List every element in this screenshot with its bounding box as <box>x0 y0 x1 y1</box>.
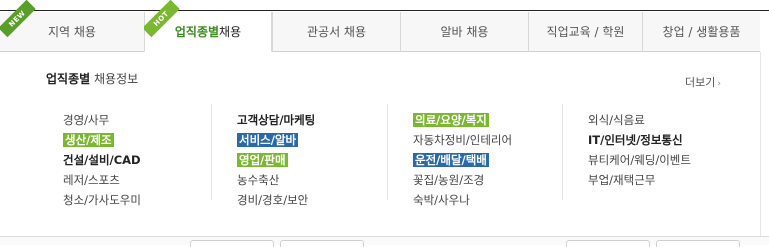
category-link[interactable]: 자동차정비/인테리어 <box>413 133 512 147</box>
hot-ribbon-badge: HOT <box>144 0 180 38</box>
category-link[interactable]: 농수축산 <box>237 173 279 187</box>
category-column-1: 경영/사무생산/제조건설/설비/CAD 레저/스포츠청소/가사도우미 <box>63 110 141 210</box>
category-row: 자동차정비/인테리어 <box>413 130 512 150</box>
category-link[interactable]: 서비스/알바 <box>237 133 299 147</box>
tab-label: 관공서 채용 <box>306 25 366 39</box>
tab-vocational-education[interactable]: 직업교육 / 학원 <box>528 12 642 52</box>
new-ribbon-badge: NEW <box>0 0 36 38</box>
panel-title-bold: 업직종별 <box>46 72 91 86</box>
category-row: 영업/판매 <box>237 150 315 170</box>
tab-startup-living[interactable]: 창업 / 생활용품 <box>642 12 760 52</box>
tab-label: 지역 채용 <box>48 25 96 39</box>
category-column-3: 의료/요양/복지자동차정비/인테리어운전/배달/택배꽃집/농원/조경숙박/사우나 <box>413 110 512 210</box>
tab-label: 직업교육 / 학원 <box>546 25 625 39</box>
category-row: 청소/가사도우미 <box>63 190 141 210</box>
tab-parttime-jobs[interactable]: 알바 채용 <box>400 12 528 52</box>
category-link[interactable]: 외식/식음료 <box>588 113 645 127</box>
tab-label: 창업 / 생활용품 <box>662 25 741 39</box>
column-divider <box>387 104 388 200</box>
category-row: 고객상담/마케팅 <box>237 110 315 130</box>
category-row: 농수축산 <box>237 170 315 190</box>
category-link[interactable]: 레저/스포츠 <box>63 173 120 187</box>
category-row: 건설/설비/CAD <box>63 150 141 170</box>
category-link[interactable]: 뷰티케어/웨딩/이벤트 <box>588 153 691 167</box>
category-link[interactable]: IT/인터넷/정보통신 <box>588 133 683 147</box>
category-column-4: 외식/식음료 IT/인터넷/정보통신뷰티케어/웨딩/이벤트부업/재택근무 <box>588 110 691 190</box>
category-row: 꽃집/농원/조경 <box>413 170 512 190</box>
category-row: 뷰티케어/웨딩/이벤트 <box>588 150 691 170</box>
panel-title-rest: 채용정보 <box>90 72 139 86</box>
tab-public-office-jobs[interactable]: 관공서 채용 <box>272 12 400 52</box>
category-link[interactable]: 건설/설비/CAD <box>63 153 141 167</box>
category-link[interactable]: 경영/사무 <box>63 113 109 127</box>
category-link[interactable]: 부업/재택근무 <box>588 173 655 187</box>
category-row: 부업/재택근무 <box>588 170 691 190</box>
more-label: 더보기 <box>685 76 716 89</box>
new-ribbon-clip: NEW <box>0 0 40 42</box>
hot-ribbon-clip: HOT <box>144 0 184 42</box>
column-divider <box>211 104 212 200</box>
category-row: 경비/경호/보안 <box>237 190 315 210</box>
category-row: 의료/요양/복지 <box>413 110 512 130</box>
category-link[interactable]: 의료/요양/복지 <box>413 113 489 127</box>
category-link[interactable]: 꽃집/농원/조경 <box>413 173 484 187</box>
category-row: 외식/식음료 <box>588 110 691 130</box>
category-link[interactable]: 생산/제조 <box>63 133 114 147</box>
category-row: 레저/스포츠 <box>63 170 141 190</box>
category-link[interactable]: 숙박/사우나 <box>413 193 470 207</box>
category-tab-bar: 지역 채용 업직종별 채용 관공서 채용 알바 채용 직업교육 / 학원 창업 … <box>0 10 769 53</box>
category-link[interactable]: 경비/경호/보안 <box>237 193 308 207</box>
category-link[interactable]: 청소/가사도우미 <box>63 193 141 207</box>
column-divider <box>562 104 563 200</box>
more-link[interactable]: 더보기 › <box>685 74 721 90</box>
category-row: 운전/배달/택배 <box>413 150 512 170</box>
panel-right-border <box>760 52 761 236</box>
category-row: 숙박/사우나 <box>413 190 512 210</box>
category-row: 경영/사무 <box>63 110 141 130</box>
category-column-2: 고객상담/마케팅서비스/알바영업/판매농수축산경비/경호/보안 <box>237 110 315 210</box>
category-link[interactable]: 영업/판매 <box>237 153 288 167</box>
category-row: 서비스/알바 <box>237 130 315 150</box>
category-link[interactable]: 고객상담/마케팅 <box>237 113 315 127</box>
tab-label-rest: 채용 <box>219 25 242 39</box>
category-row: 생산/제조 <box>63 130 141 150</box>
category-link[interactable]: 운전/배달/택배 <box>413 153 489 167</box>
chevron-right-icon: › <box>717 79 721 89</box>
panel-title: 업직종별 채용정보 <box>46 70 138 87</box>
tab-label: 알바 채용 <box>440 25 489 39</box>
category-row: IT/인터넷/정보통신 <box>588 130 691 150</box>
